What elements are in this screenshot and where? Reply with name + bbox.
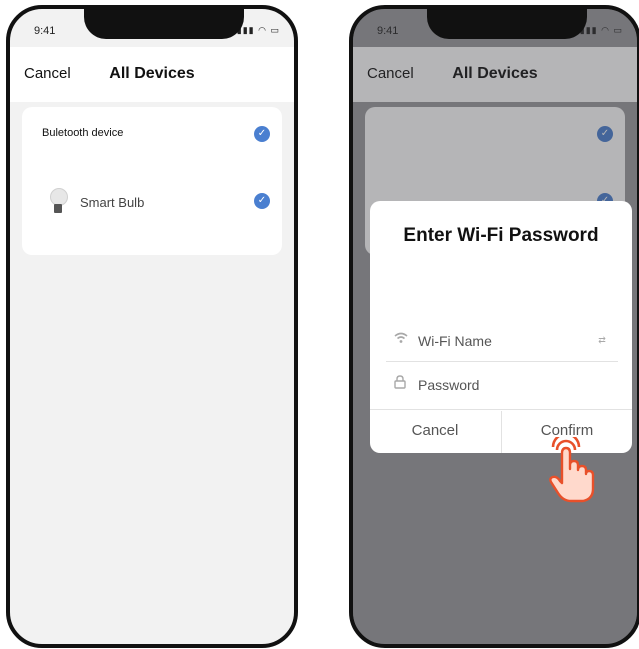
section-label: Buletooth device bbox=[42, 127, 124, 139]
device-card: Buletooth device ✓ Smart Bulb ✓ bbox=[22, 107, 282, 255]
page-title: All Devices bbox=[109, 65, 195, 82]
field-divider bbox=[386, 361, 618, 362]
tap-hand-icon bbox=[549, 437, 595, 503]
wifi-name-field[interactable]: Wi-Fi Name ⇄ bbox=[386, 323, 618, 359]
bluetooth-device-row[interactable]: Buletooth device ✓ bbox=[22, 115, 282, 155]
nav-bar: Cancel All Devices bbox=[10, 47, 294, 102]
wifi-icon bbox=[394, 331, 408, 347]
dialog-title: Enter Wi-Fi Password bbox=[403, 225, 599, 246]
password-label: Password bbox=[418, 377, 480, 393]
switch-network-icon[interactable]: ⇄ bbox=[590, 331, 614, 349]
lock-icon bbox=[394, 375, 406, 392]
smart-bulb-row[interactable]: Smart Bulb ✓ bbox=[22, 182, 282, 222]
wifi-password-screen: 9:41 ▮▮▮ ◠ ▭ Cancel All Devices ✓ ✓ Ente… bbox=[353, 9, 637, 644]
phone-notch bbox=[427, 9, 587, 39]
device-list-screen: 9:41 ▮▮▮ ◠ ▭ Cancel All Devices Buletoot… bbox=[10, 9, 294, 644]
status-time: 9:41 bbox=[34, 25, 56, 37]
dialog-cancel-button[interactable]: Cancel bbox=[370, 409, 500, 453]
check-circle-icon[interactable]: ✓ bbox=[254, 126, 270, 142]
status-icons: ▮▮▮ ◠ ▭ bbox=[236, 25, 280, 35]
wifi-name-label: Wi-Fi Name bbox=[418, 333, 492, 349]
device-name: Smart Bulb bbox=[80, 195, 145, 210]
wifi-password-dialog: Enter Wi-Fi Password Wi-Fi Name ⇄ Passwo… bbox=[370, 201, 632, 453]
password-field[interactable]: Password bbox=[386, 367, 618, 403]
phone-device-list: 9:41 ▮▮▮ ◠ ▭ Cancel All Devices Buletoot… bbox=[6, 5, 298, 648]
phone-notch bbox=[84, 9, 244, 39]
check-circle-icon[interactable]: ✓ bbox=[254, 193, 270, 209]
bulb-icon bbox=[48, 188, 70, 216]
phone-wifi-dialog: 9:41 ▮▮▮ ◠ ▭ Cancel All Devices ✓ ✓ Ente… bbox=[349, 5, 639, 648]
